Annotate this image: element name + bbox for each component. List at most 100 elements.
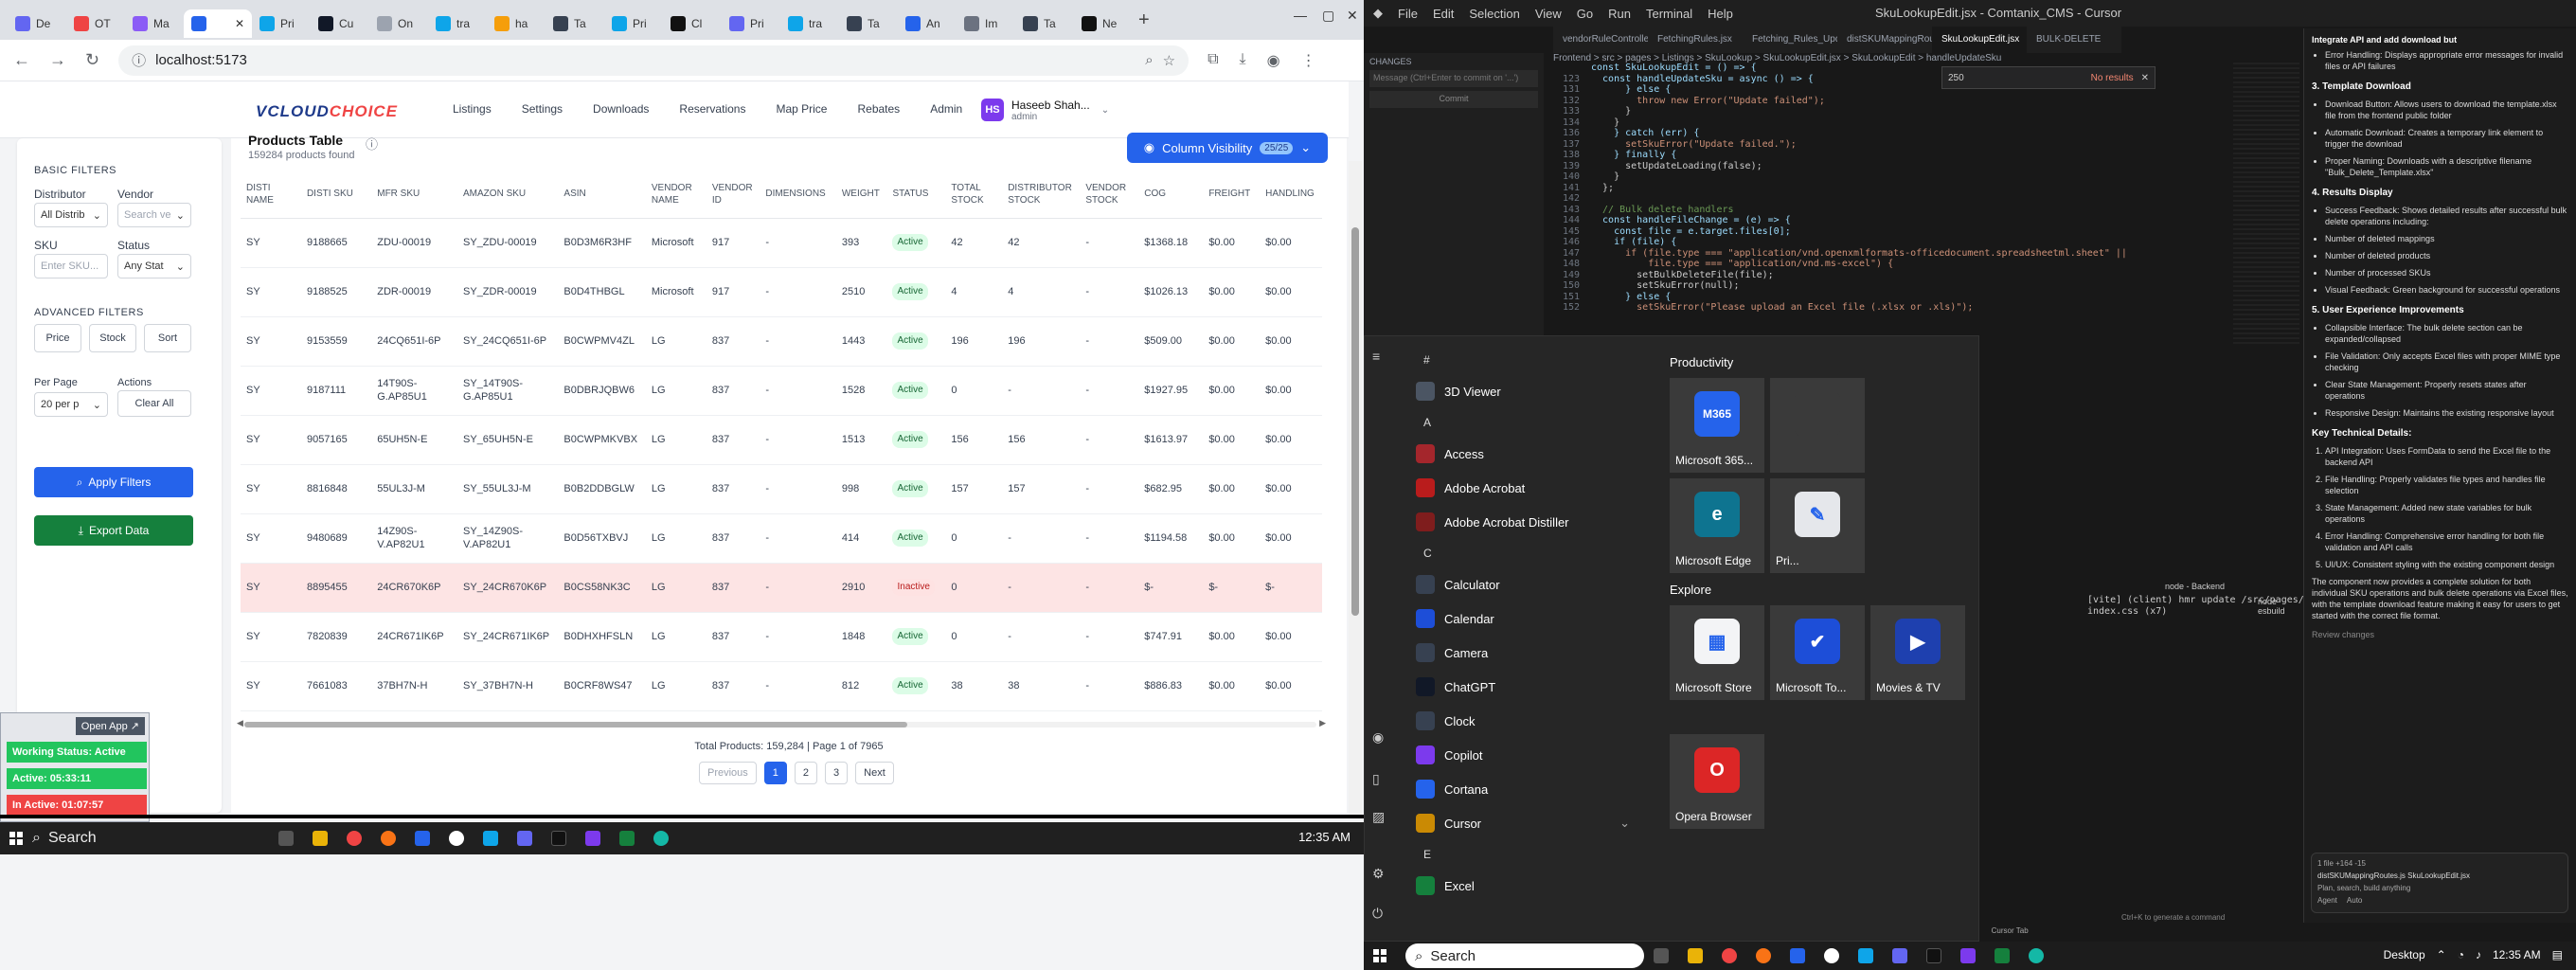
- browser-menu-icon[interactable]: ⋮: [1301, 51, 1316, 70]
- start-tile[interactable]: O Opera Browser: [1670, 734, 1764, 829]
- terminal-esbuild[interactable]: esbuild: [2258, 606, 2296, 616]
- site-info-icon[interactable]: ⓘ: [132, 50, 146, 70]
- menu-file[interactable]: File: [1398, 7, 1418, 21]
- column-header[interactable]: DIMENSIONS: [760, 171, 836, 219]
- app-icon[interactable]: [1756, 948, 1771, 963]
- table-row[interactable]: SY 9188525 ZDR-00019 SY_ZDR-00019 B0D4THBGL M…: [241, 267, 1322, 317]
- editor-tab[interactable]: BULK-DELETE: [2027, 27, 2121, 53]
- column-header[interactable]: VENDOR NAME: [645, 171, 707, 219]
- bookmark-star-icon[interactable]: ☆: [1163, 52, 1175, 69]
- close-window-icon[interactable]: ✕: [1347, 8, 1358, 24]
- menu-edit[interactable]: Edit: [1433, 7, 1454, 21]
- new-tab-icon[interactable]: +: [1138, 9, 1150, 31]
- horizontal-scrollbar[interactable]: ◀ ▶: [237, 718, 1326, 729]
- table-row[interactable]: SY 8895455 24CR670K6P SY_24CR670K6P B0CS58NK…: [241, 563, 1322, 613]
- settings-gear-icon[interactable]: ⚙: [1372, 867, 1386, 880]
- minimap[interactable]: [2233, 63, 2299, 347]
- browser-tab[interactable]: On: [369, 9, 428, 38]
- app-list-item[interactable]: Clock: [1406, 704, 1643, 738]
- app-list-item[interactable]: Access: [1406, 437, 1643, 471]
- nav-listings[interactable]: Listings: [453, 102, 492, 116]
- page-3-button[interactable]: 3: [825, 762, 849, 784]
- previous-page-button[interactable]: Previous: [699, 762, 757, 784]
- app-list-letter[interactable]: C: [1406, 543, 1643, 564]
- browser-tab[interactable]: ha: [487, 9, 546, 38]
- file-explorer-icon[interactable]: [1688, 948, 1703, 963]
- browser-tab[interactable]: Pri: [722, 9, 780, 38]
- vcloudchoice-logo[interactable]: VCLOUDCHOICE: [256, 102, 398, 121]
- chat-input[interactable]: 1 file +164 -15 distSKUMappingRoutes.js …: [2311, 853, 2568, 913]
- browser-tab[interactable]: ✕: [184, 9, 252, 38]
- app-list-item[interactable]: Cortana: [1406, 772, 1643, 806]
- chrome-icon[interactable]: [1722, 948, 1737, 963]
- app-icon[interactable]: [381, 831, 396, 846]
- windows-start-icon[interactable]: [9, 832, 23, 845]
- commit-button[interactable]: Commit: [1369, 91, 1538, 108]
- auto-model-button[interactable]: Auto: [2347, 896, 2362, 905]
- back-icon[interactable]: ←: [13, 50, 30, 70]
- column-header[interactable]: ASIN: [558, 171, 646, 219]
- app-list-item[interactable]: Adobe Acrobat Distiller: [1406, 505, 1643, 539]
- app-list-item[interactable]: 3D Viewer: [1406, 374, 1643, 408]
- column-header[interactable]: MFR SKU: [371, 171, 458, 219]
- app-list-letter[interactable]: #: [1406, 350, 1643, 370]
- app-list-letter[interactable]: A: [1406, 412, 1643, 433]
- browser-tab[interactable]: Im: [957, 9, 1015, 38]
- start-tile[interactable]: M365 Microsoft 365...: [1670, 378, 1764, 473]
- column-header[interactable]: FREIGHT: [1203, 171, 1261, 219]
- pictures-icon[interactable]: ▨: [1372, 810, 1386, 823]
- menu-help[interactable]: Help: [1708, 7, 1733, 21]
- user-icon[interactable]: ◉: [1372, 730, 1386, 744]
- zoom-app-icon[interactable]: [415, 831, 430, 846]
- app-list-item[interactable]: Camera: [1406, 636, 1643, 670]
- windows-start-icon[interactable]: [1373, 949, 1386, 962]
- documents-icon[interactable]: ▯: [1372, 772, 1386, 785]
- hamburger-icon[interactable]: ≡: [1372, 350, 1386, 363]
- zoom-app-icon[interactable]: [1790, 948, 1805, 963]
- app-list-item[interactable]: Calendar: [1406, 602, 1643, 636]
- browser-tab[interactable]: Ne: [1074, 9, 1133, 38]
- onenote-icon[interactable]: [585, 831, 600, 846]
- nav-reservations[interactable]: Reservations: [679, 102, 745, 116]
- menu-selection[interactable]: Selection: [1469, 7, 1519, 21]
- editor-tab[interactable]: distSKUMappingRoutes.js: [1837, 27, 1932, 53]
- apply-filters-button[interactable]: ⌕ Apply Filters: [34, 467, 193, 497]
- start-tile[interactable]: ▶ Movies & TV: [1870, 605, 1965, 700]
- edge-icon[interactable]: [2029, 948, 2044, 963]
- start-tile[interactable]: ✔ Microsoft To...: [1770, 605, 1865, 700]
- app-list-item[interactable]: Adobe Acrobat: [1406, 471, 1643, 505]
- nav-map-price[interactable]: Map Price: [776, 102, 827, 116]
- browser-tab[interactable]: Cu: [311, 9, 369, 38]
- url-field[interactable]: ⓘ localhost:5173 ⌕ ☆: [118, 45, 1190, 76]
- table-row[interactable]: SY 9187111 14T90S-G.AP85U1 SY_14T90S-G.AP85…: [241, 366, 1322, 416]
- open-app-button[interactable]: Open App ↗: [75, 717, 145, 735]
- browser-tab[interactable]: Pri: [252, 9, 311, 38]
- menu-view[interactable]: View: [1535, 7, 1562, 21]
- browser-tab[interactable]: tra: [780, 9, 839, 38]
- terminal-icon[interactable]: [551, 831, 566, 846]
- column-header[interactable]: HANDLING: [1260, 171, 1322, 219]
- table-row[interactable]: SY 8816848 55UL3J-M SY_55UL3J-M B0B2DDBGLW LG…: [241, 464, 1322, 514]
- app-icon[interactable]: [517, 831, 532, 846]
- chevron-down-icon[interactable]: ⌄: [1619, 816, 1630, 831]
- app-icon[interactable]: [483, 831, 498, 846]
- terminal-icon[interactable]: [1926, 948, 1941, 963]
- start-tile[interactable]: ▦ Microsoft Store: [1670, 605, 1764, 700]
- sku-input[interactable]: Enter SKU...: [34, 254, 108, 278]
- terminal-node[interactable]: node: [2258, 597, 2296, 606]
- notification-icon[interactable]: ▤: [2552, 948, 2563, 961]
- nav-rebates[interactable]: Rebates: [857, 102, 900, 116]
- volume-icon[interactable]: ♪: [2476, 948, 2481, 961]
- column-header[interactable]: STATUS: [886, 171, 946, 219]
- status-item[interactable]: Cursor Tab: [1992, 926, 2029, 935]
- editor-tab[interactable]: SkuLookupEdit.jsx: [1932, 27, 2027, 53]
- vertical-scrollbar[interactable]: [1349, 161, 1362, 815]
- onenote-icon[interactable]: [1960, 948, 1976, 963]
- app-list-letter[interactable]: E: [1406, 844, 1643, 865]
- browser-tab[interactable]: An: [898, 9, 957, 38]
- commit-message-input[interactable]: Message (Ctrl+Enter to commit on '...'): [1369, 70, 1538, 87]
- app-list-item[interactable]: Cursor ⌄: [1406, 806, 1643, 840]
- table-row[interactable]: SY 9057165 65UH5N-E SY_65UH5N-E B0CWPMKVBX LG…: [241, 415, 1322, 465]
- start-tile[interactable]: [1770, 378, 1865, 473]
- app-list-item[interactable]: Copilot: [1406, 738, 1643, 772]
